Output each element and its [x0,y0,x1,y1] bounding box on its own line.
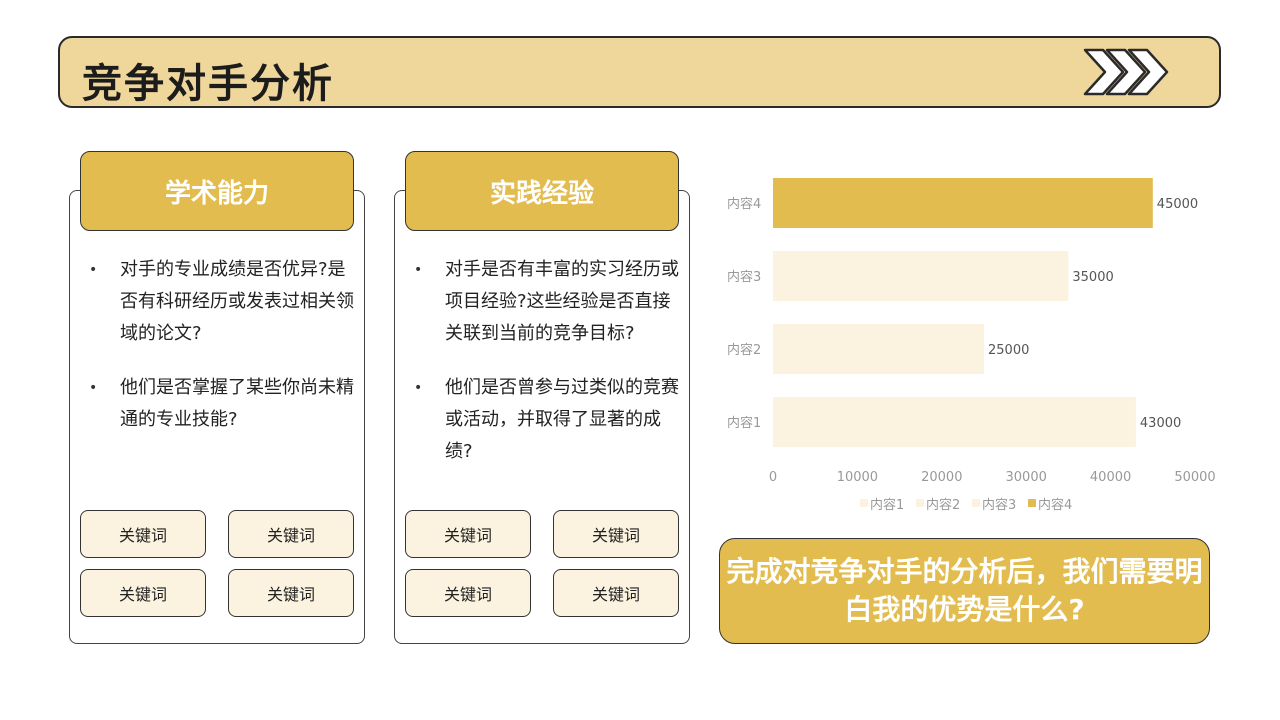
data-label: 43000 [1140,416,1181,431]
bar-chart: 43000 内容1 25000 内容2 35000 内容3 45000 内容4 0 10000 20… [727,178,1215,513]
tick-label: 40000 [1090,470,1131,485]
bullet-item: 他们是否曾参与过类似的竞赛或活动，并取得了显著的成绩? [407,372,685,468]
bar [773,178,1153,228]
legend-swatch [1028,499,1036,507]
card-heading-academic: 学术能力 [80,151,354,231]
category-label: 内容3 [727,269,761,285]
legend-label: 内容3 [982,497,1016,513]
data-label: 35000 [1072,270,1113,285]
bullet-list-practice: 对手是否有丰富的实习经历或项目经验?这些经验是否直接关联到当前的竞争目标? 他们… [407,254,685,490]
legend-swatch [860,499,868,507]
legend-swatch [972,499,980,507]
bullet-list-academic: 对手的专业成绩是否优异?是否有科研经历或发表过相关领域的论文? 他们是否掌握了某… [82,254,360,458]
keyword-tag[interactable]: 关键词 [553,569,679,617]
bullet-item: 他们是否掌握了某些你尚未精通的专业技能? [82,372,360,436]
legend-label: 内容1 [870,497,904,513]
keyword-tag[interactable]: 关键词 [228,510,354,558]
legend-label: 内容2 [926,497,960,513]
bullet-item: 对手的专业成绩是否优异?是否有科研经历或发表过相关领域的论文? [82,254,360,350]
category-label: 内容4 [727,196,761,212]
tick-label: 50000 [1174,470,1215,485]
tick-label: 0 [769,470,777,485]
triple-chevron-right-icon [1083,48,1169,96]
bar [773,397,1136,447]
title-bar: 竞争对手分析 [58,36,1221,108]
tick-label: 20000 [921,470,962,485]
legend-label: 内容4 [1038,497,1072,513]
keyword-tag[interactable]: 关键词 [405,510,531,558]
legend-swatch [916,499,924,507]
bar [773,324,984,374]
bar [773,251,1069,301]
page-title: 竞争对手分析 [82,61,334,107]
bullet-item: 对手是否有丰富的实习经历或项目经验?这些经验是否直接关联到当前的竞争目标? [407,254,685,350]
category-label: 内容1 [727,415,761,431]
keyword-tag[interactable]: 关键词 [228,569,354,617]
keyword-tag[interactable]: 关键词 [80,569,206,617]
keyword-tag[interactable]: 关键词 [553,510,679,558]
card-heading-practice: 实践经验 [405,151,679,231]
tick-label: 30000 [1006,470,1047,485]
data-label: 45000 [1157,197,1198,212]
category-label: 内容2 [727,342,761,358]
callout-box: 完成对竞争对手的分析后，我们需要明白我的优势是什么? [719,538,1210,644]
keyword-tag[interactable]: 关键词 [405,569,531,617]
tick-label: 10000 [837,470,878,485]
keyword-tag[interactable]: 关键词 [80,510,206,558]
data-label: 25000 [988,343,1029,358]
